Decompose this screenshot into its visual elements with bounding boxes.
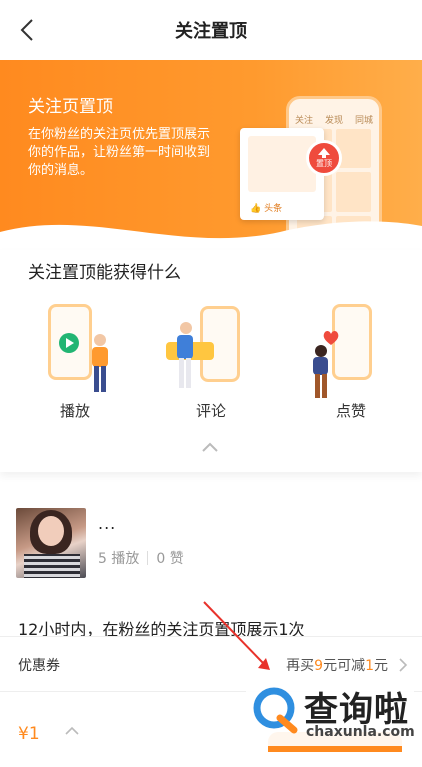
play-icon (59, 333, 79, 353)
phone-tab: 关注 (295, 116, 314, 126)
chevron-up-icon[interactable] (64, 726, 80, 736)
person-illustration (92, 334, 108, 392)
benefit-label: 评论 (195, 402, 226, 420)
total-price: ¥1 (18, 724, 40, 744)
magnifier-logo-icon (253, 687, 298, 734)
video-likes: 0 赞 (156, 551, 184, 567)
benefits-heading: 关注置顶能获得什么 (28, 263, 181, 283)
banner-wave (0, 221, 422, 250)
video-plays: 5 播放 (98, 551, 140, 567)
back-button[interactable] (12, 14, 42, 46)
coupon-offer: 再买9元可减1元 (286, 658, 388, 674)
watermark-en: chaxunla.com (306, 724, 415, 740)
phone-tab: 发现 (324, 116, 343, 126)
coupon-label: 优惠券 (18, 658, 60, 674)
benefits-section: 关注置顶能获得什么 播放 评论 点赞 (0, 250, 422, 472)
phone-tab: 同城 (354, 116, 373, 126)
benefit-label: 点赞 (335, 402, 366, 420)
video-title: ... (98, 514, 117, 533)
video-thumbnail[interactable] (16, 508, 86, 578)
person-illustration (177, 322, 193, 388)
chevron-up-icon[interactable] (201, 442, 219, 452)
watermark: 查询啦 chaxunla.com (246, 676, 415, 746)
nav-bar: 关注置顶 (0, 0, 422, 60)
banner-title: 关注页置顶 (28, 97, 113, 117)
red-arrow-annotation (203, 601, 270, 670)
promo-banner: 关注页置顶 在你粉丝的关注页优先置顶展示你的作品，让粉丝第一时间收到你的消息。 … (0, 60, 422, 250)
person-illustration (313, 345, 328, 398)
benefit-play: 播放 (20, 292, 130, 422)
benefit-like: 点赞 (296, 292, 406, 422)
pin-top-badge: 置顶 (306, 140, 342, 176)
page-title: 关注置顶 (175, 21, 247, 42)
video-item[interactable]: ... 5 播放 0 赞 (0, 490, 422, 590)
benefit-label: 播放 (59, 402, 90, 420)
banner-description: 在你粉丝的关注页优先置顶展示你的作品，让粉丝第一时间收到你的消息。 (28, 127, 211, 178)
arrow-up-icon (318, 147, 330, 158)
chevron-left-icon (20, 19, 33, 41)
chevron-right-icon (399, 658, 408, 672)
benefit-comment: 评论 (156, 292, 266, 422)
video-stats: 5 播放 0 赞 (98, 548, 184, 568)
